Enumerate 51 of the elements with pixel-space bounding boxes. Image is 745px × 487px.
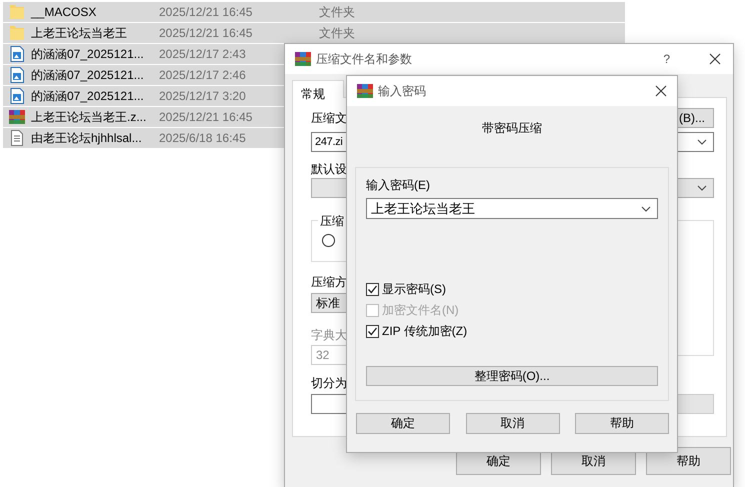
file-date: 2025/12/17 2:43: [159, 47, 246, 61]
folder-icon: [10, 4, 24, 20]
chevron-down-icon: [641, 206, 651, 212]
file-row[interactable]: 上老王论坛当老王 2025/12/21 16:45 文件夹: [3, 23, 625, 44]
file-type: 文件夹: [319, 24, 355, 42]
file-date: 2025/12/21 16:45: [159, 5, 252, 19]
field-label: 字典大: [311, 327, 347, 344]
field-label: 默认设: [311, 161, 347, 178]
checkbox[interactable]: [366, 283, 379, 296]
dialog-heading: 带密码压缩: [481, 120, 543, 136]
tab[interactable]: 常规: [292, 80, 344, 98]
checkbox-label: 显示密码(S): [382, 281, 446, 298]
file-name: __MACOSX: [31, 5, 98, 19]
checkbox-label: 加密文件名(N): [382, 302, 459, 319]
radio-button[interactable]: [322, 234, 335, 247]
dialog-button[interactable]: 确定: [356, 413, 450, 434]
checkbox[interactable]: [366, 325, 379, 338]
file-date: 2025/12/17 2:46: [159, 68, 246, 82]
file-name: 的涵涵07_2025121...: [31, 66, 145, 84]
archive-file-icon: [9, 109, 25, 125]
file-name: 上老王论坛当老王.z...: [31, 108, 148, 126]
field-label: 输入密码(E): [366, 177, 430, 194]
close-icon[interactable]: [655, 85, 667, 97]
file-name: 由老王论坛hjhhlsal...: [31, 130, 143, 146]
field-label: 压缩文: [311, 110, 347, 126]
file-type: 文件夹: [319, 4, 355, 20]
file-name: 的涵涵07_2025121...: [31, 88, 145, 104]
file-date: 2025/6/18 16:45: [159, 131, 246, 145]
field-label: 切分为: [311, 375, 347, 392]
file-date: 2025/12/21 16:45: [159, 110, 252, 124]
file-date: 2025/12/21 16:45: [159, 26, 252, 40]
window-title: 压缩文件名和参数: [316, 50, 413, 68]
organize-passwords-button[interactable]: 整理密码(O)...: [366, 366, 658, 386]
field-label: 压缩方: [311, 274, 347, 291]
chevron-down-icon: [697, 139, 707, 145]
file-row[interactable]: __MACOSX 2025/12/21 16:45 文件夹: [3, 2, 625, 23]
dialog-button[interactable]: 取消: [466, 413, 560, 434]
file-date: 2025/12/17 3:20: [159, 89, 246, 103]
close-icon[interactable]: [709, 53, 721, 65]
file-name: 的涵涵07_2025121...: [31, 46, 145, 62]
app-icon: [357, 83, 373, 99]
dialog-button[interactable]: 帮助: [575, 413, 669, 434]
checkbox-label: ZIP 传统加密(Z): [382, 323, 468, 340]
password-field[interactable]: 上老王论坛当老王: [366, 198, 658, 219]
window-title: 输入密码: [378, 82, 427, 100]
app-icon: [295, 51, 311, 67]
file-name: 上老王论坛当老王: [31, 24, 128, 42]
help-button[interactable]: ?: [663, 52, 670, 66]
folder-icon: [10, 25, 24, 41]
dialog-button[interactable]: 帮助: [646, 447, 731, 475]
chevron-down-icon: [697, 185, 707, 191]
